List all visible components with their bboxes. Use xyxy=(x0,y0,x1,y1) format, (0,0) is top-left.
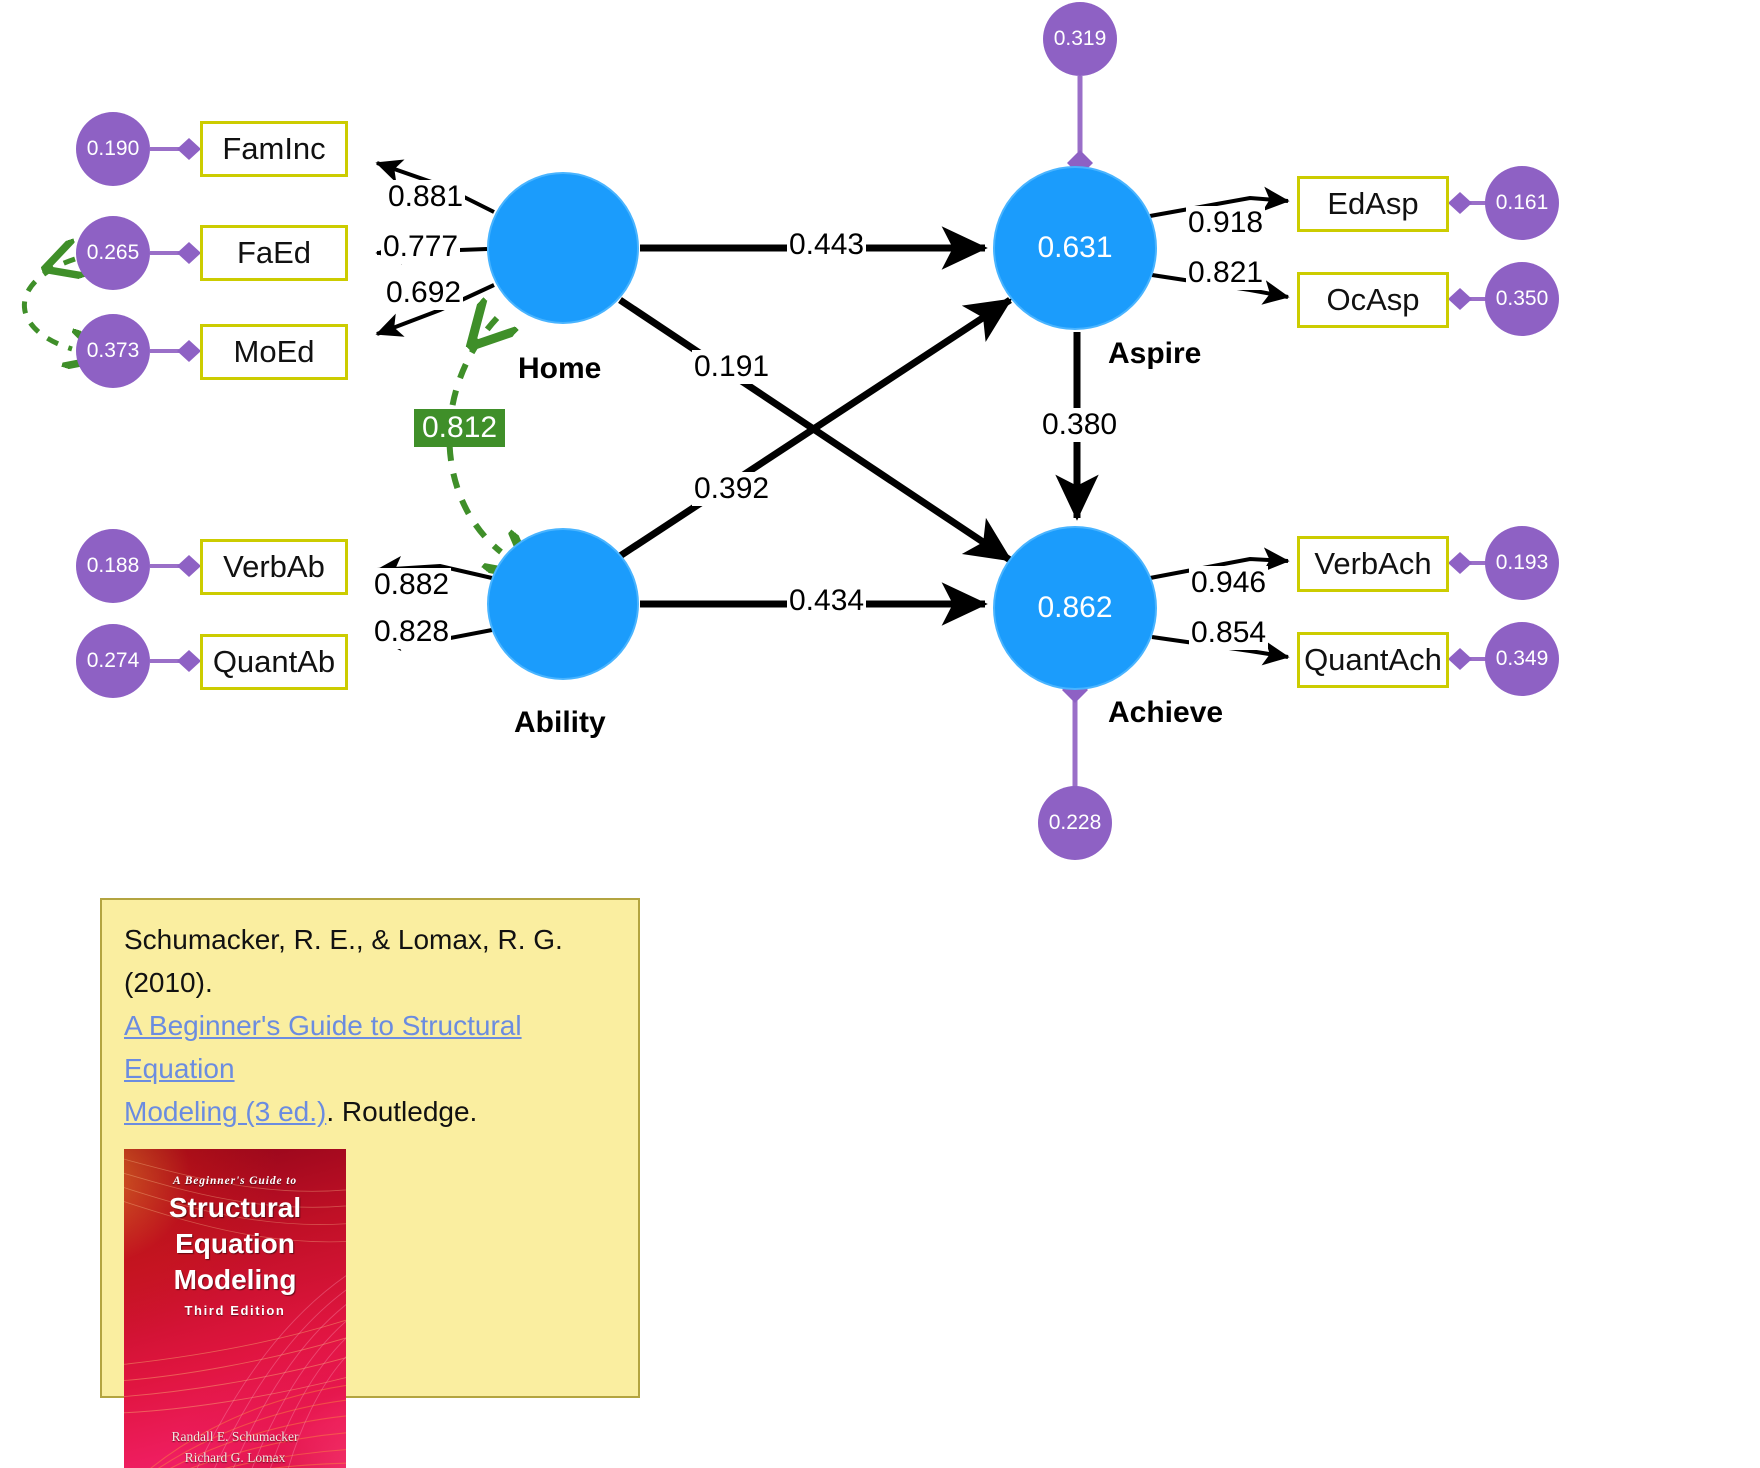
error-term-verbach: 0.193 xyxy=(1485,526,1559,600)
coef-home-moed: 0.692 xyxy=(384,276,464,310)
error-term-faed: 0.265 xyxy=(76,216,150,290)
error-term-quantach: 0.349 xyxy=(1485,622,1559,696)
coef-home-ability-correlation: 0.812 xyxy=(414,409,506,447)
citation-title-link-part1[interactable]: A Beginner's Guide to Structural Equatio… xyxy=(124,1010,522,1084)
book-cover-edition: Third Edition xyxy=(184,1303,286,1318)
error-diamonds-right xyxy=(1448,192,1472,670)
book-cover-author-1: Randall E. Schumacker xyxy=(171,1429,299,1444)
citation-title-line-2: Modeling (3 ed.). Routledge. xyxy=(124,1090,616,1133)
error-term-ocasp: 0.350 xyxy=(1485,262,1559,336)
observed-box-verbach: VerbAch xyxy=(1297,536,1449,592)
latent-label-ability: Ability xyxy=(514,706,606,739)
observed-box-quantab: QuantAb xyxy=(200,634,348,690)
error-links-right xyxy=(1459,201,1487,661)
structural-paths xyxy=(618,226,1099,626)
coef-ability-achieve: 0.434 xyxy=(787,584,867,618)
citation-title-link-part2[interactable]: Modeling (3 ed.) xyxy=(124,1096,326,1127)
coef-aspire-achieve: 0.380 xyxy=(1040,408,1120,442)
coef-ability-verbab: 0.882 xyxy=(372,568,452,602)
book-cover-authors: Randall E. Schumacker Richard G. Lomax xyxy=(124,1426,346,1468)
latent-node-home xyxy=(487,172,639,324)
disturbance-term-achieve: 0.228 xyxy=(1038,786,1112,860)
coef-aspire-ocasp: 0.821 xyxy=(1186,256,1266,290)
book-cover-title-block: A Beginner's Guide to Structural Equatio… xyxy=(124,1175,346,1318)
diagram-canvas: 0.190 0.265 0.373 0.188 0.274 0.161 0.35… xyxy=(0,0,1760,1468)
coef-ability-aspire: 0.392 xyxy=(692,472,772,506)
latent-label-achieve: Achieve xyxy=(1108,696,1224,729)
observed-box-quantach: QuantAch xyxy=(1297,632,1449,688)
coef-achieve-verbach: 0.946 xyxy=(1189,566,1269,600)
disturbance-term-aspire: 0.319 xyxy=(1043,2,1117,76)
disturbance-aspire xyxy=(1067,76,1093,176)
coef-home-aspire: 0.443 xyxy=(787,228,867,262)
latent-label-aspire: Aspire xyxy=(1108,337,1202,370)
error-term-verbab: 0.188 xyxy=(76,529,150,603)
coef-aspire-edasp: 0.918 xyxy=(1186,206,1266,240)
error-term-moed: 0.373 xyxy=(76,314,150,388)
observed-box-ocasp: OcAsp xyxy=(1297,272,1449,328)
book-cover-author-2: Richard G. Lomax xyxy=(184,1450,286,1465)
coef-achieve-quantach: 0.854 xyxy=(1189,616,1269,650)
observed-box-moed: MoEd xyxy=(200,324,348,380)
error-term-faminc: 0.190 xyxy=(76,112,150,186)
coef-ability-quantab: 0.828 xyxy=(372,615,452,649)
coef-home-achieve: 0.191 xyxy=(692,350,772,384)
correlation-faed-moed xyxy=(21,259,75,349)
book-cover-title-3: Modeling xyxy=(173,1264,297,1295)
error-links-left xyxy=(150,147,190,663)
error-diamonds-left xyxy=(177,138,201,672)
book-cover-image: A Beginner's Guide to Structural Equatio… xyxy=(124,1149,346,1468)
book-cover-pre-title: A Beginner's Guide to xyxy=(172,1175,298,1187)
observed-box-faminc: FamInc xyxy=(200,121,348,177)
observed-box-faed: FaEd xyxy=(200,225,348,281)
citation-note: Schumacker, R. E., & Lomax, R. G. (2010)… xyxy=(100,898,640,1468)
disturbance-achieve xyxy=(1062,677,1088,788)
observed-box-verbab: VerbAb xyxy=(200,539,348,595)
latent-node-aspire: 0.631 xyxy=(993,166,1157,330)
latent-node-ability xyxy=(487,528,639,680)
book-cover-title-1: Structural xyxy=(168,1192,302,1223)
citation-authors-year: Schumacker, R. E., & Lomax, R. G. (2010)… xyxy=(124,924,563,998)
latent-label-home: Home xyxy=(518,352,602,385)
book-cover-title-2: Equation xyxy=(175,1228,295,1259)
coef-home-faminc: 0.881 xyxy=(386,180,466,214)
citation-title-line: A Beginner's Guide to Structural Equatio… xyxy=(124,1004,616,1090)
error-term-quantab: 0.274 xyxy=(76,624,150,698)
observed-box-edasp: EdAsp xyxy=(1297,176,1449,232)
citation-publisher: . Routledge. xyxy=(326,1096,478,1127)
coef-home-faed: 0.777 xyxy=(381,230,461,264)
latent-node-achieve: 0.862 xyxy=(993,526,1157,690)
error-term-edasp: 0.161 xyxy=(1485,166,1559,240)
